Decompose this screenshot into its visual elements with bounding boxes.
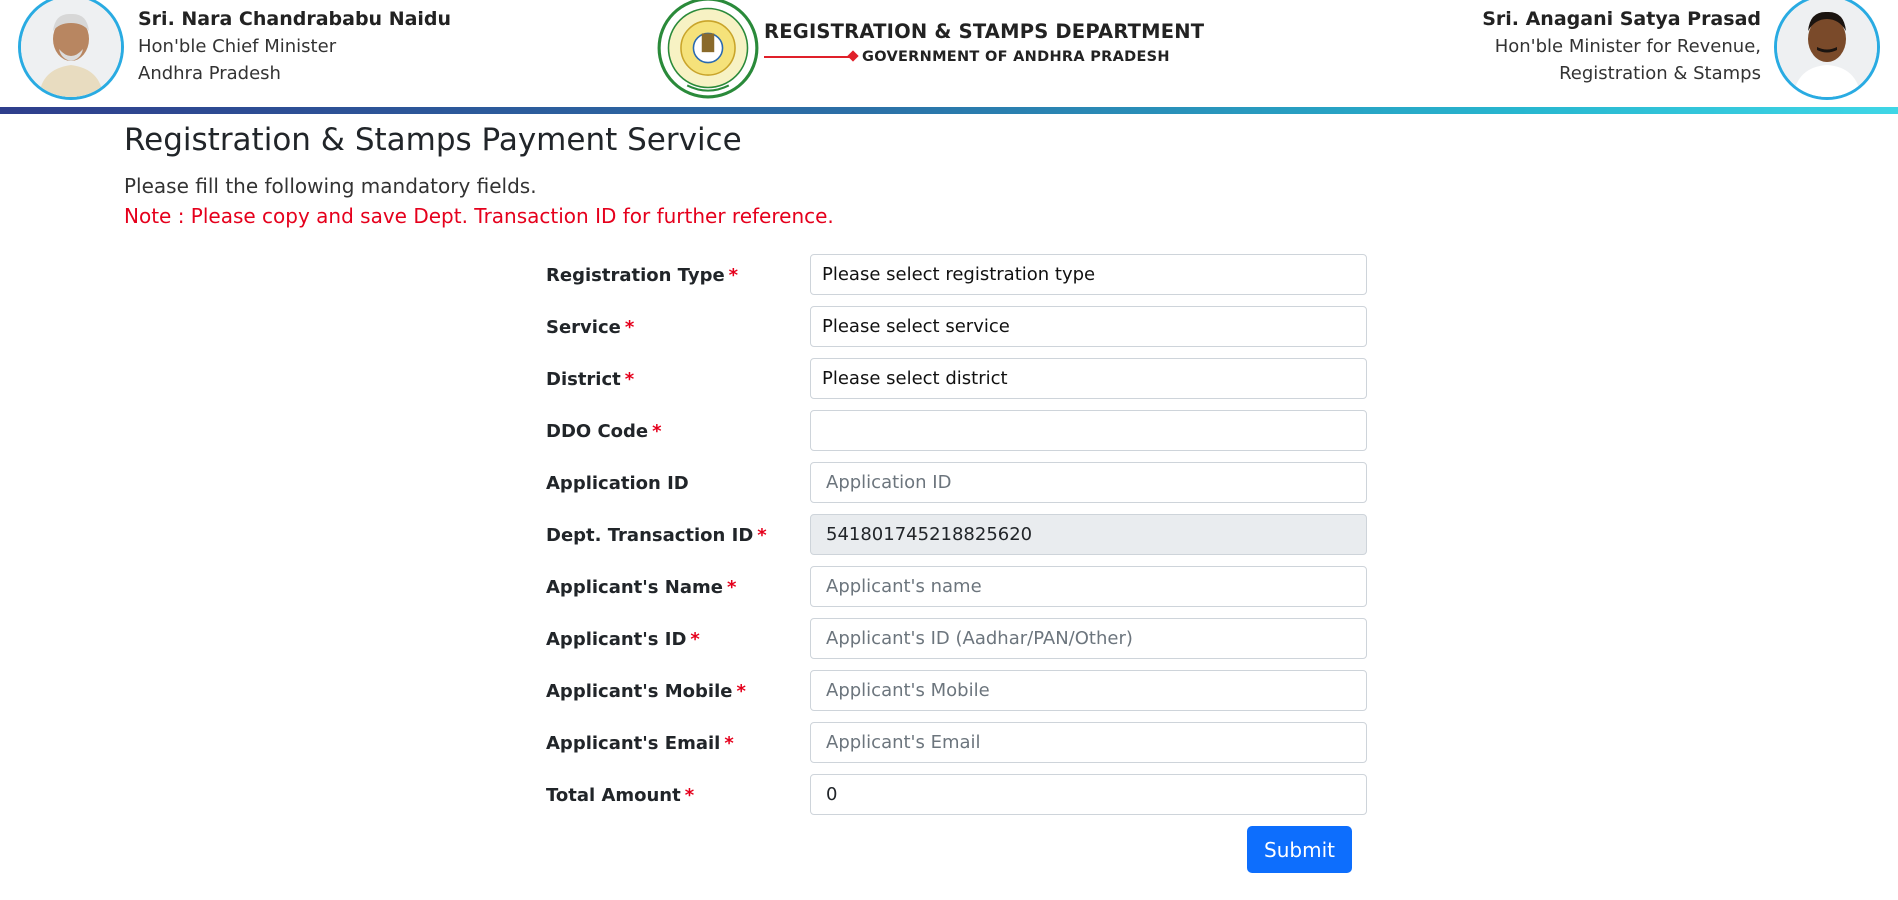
note-text: Note : Please copy and save Dept. Transa… <box>124 204 834 228</box>
required-marker: * <box>652 421 662 442</box>
revenue-minister-portfolio: Registration & Stamps <box>1559 63 1761 84</box>
instruction-text: Please fill the following mandatory fiel… <box>124 174 537 198</box>
applicant-mobile-label: Applicant's Mobile * <box>546 681 746 702</box>
total-amount-label: Total Amount * <box>546 785 695 806</box>
state-emblem-icon <box>656 0 760 100</box>
form-row-district: District * Please select district <box>546 358 1368 410</box>
form-row-dept-transaction-id: Dept. Transaction ID * <box>546 514 1368 566</box>
required-marker: * <box>726 577 737 598</box>
form-row-applicant-email: Applicant's Email * <box>546 722 1368 774</box>
service-selected: Please select service <box>822 316 1010 337</box>
form-row-applicant-mobile: Applicant's Mobile * <box>546 670 1368 722</box>
service-label: Service * <box>546 317 635 338</box>
registration-type-selected: Please select registration type <box>822 264 1096 285</box>
service-select[interactable]: Please select service <box>810 306 1367 347</box>
chief-minister-title: Hon'ble Chief Minister <box>138 36 337 57</box>
required-marker: * <box>728 265 739 286</box>
red-arrow-icon <box>764 56 852 58</box>
person-portrait-icon <box>21 0 121 97</box>
required-marker: * <box>690 629 700 650</box>
revenue-minister-name: Sri. Anagani Satya Prasad <box>1482 8 1761 30</box>
applicant-mobile-input[interactable] <box>810 670 1367 711</box>
header-divider <box>0 107 1898 114</box>
application-id-label: Application ID <box>546 473 689 494</box>
required-marker: * <box>624 317 635 338</box>
site-header: Sri. Nara Chandrababu Naidu Hon'ble Chie… <box>0 0 1898 114</box>
form-row-registration-type: Registration Type * Please select registr… <box>546 254 1368 306</box>
registration-type-label: Registration Type * <box>546 265 739 286</box>
total-amount-input[interactable] <box>810 774 1367 815</box>
form-row-ddo-code: DDO Code * <box>546 410 1368 462</box>
applicant-email-label: Applicant's Email * <box>546 733 734 754</box>
ddo-code-label: DDO Code * <box>546 421 662 442</box>
required-marker: * <box>757 525 767 546</box>
form-row-applicant-name: Applicant's Name * <box>546 566 1368 618</box>
district-label: District * <box>546 369 635 390</box>
required-marker: * <box>624 369 635 390</box>
revenue-minister-avatar <box>1774 0 1880 100</box>
submit-button[interactable]: Submit <box>1247 826 1352 873</box>
applicant-id-label: Applicant's ID * <box>546 629 700 650</box>
form-row-application-id: Application ID <box>546 462 1368 514</box>
dept-transaction-id-label: Dept. Transaction ID * <box>546 525 767 546</box>
applicant-id-input[interactable] <box>810 618 1367 659</box>
chief-minister-info: Sri. Nara Chandrababu Naidu Hon'ble Chie… <box>138 6 451 87</box>
required-marker: * <box>736 681 746 702</box>
government-name: GOVERNMENT OF ANDHRA PRADESH <box>862 49 1170 65</box>
form-row-applicant-id: Applicant's ID * <box>546 618 1368 670</box>
page-title: Registration & Stamps Payment Service <box>124 122 742 158</box>
applicant-email-input[interactable] <box>810 722 1367 763</box>
department-name: REGISTRATION & STAMPS DEPARTMENT <box>764 20 1205 43</box>
required-marker: * <box>684 785 695 806</box>
chief-minister-name: Sri. Nara Chandrababu Naidu <box>138 8 452 30</box>
revenue-minister-title: Hon'ble Minister for Revenue, <box>1494 36 1761 57</box>
person-portrait-icon <box>1777 0 1877 97</box>
applicant-name-label: Applicant's Name * <box>546 577 737 598</box>
department-title-block: REGISTRATION & STAMPS DEPARTMENT GOVERNM… <box>764 20 1204 65</box>
applicant-name-input[interactable] <box>810 566 1367 607</box>
district-select[interactable]: Please select district <box>810 358 1367 399</box>
application-id-input[interactable] <box>810 462 1367 503</box>
district-selected: Please select district <box>822 368 1008 389</box>
required-marker: * <box>724 733 734 754</box>
registration-type-select[interactable]: Please select registration type <box>810 254 1367 295</box>
revenue-minister-info: Sri. Anagani Satya Prasad Hon'ble Minist… <box>1482 6 1761 87</box>
chief-minister-avatar <box>18 0 124 100</box>
form-row-service: Service * Please select service <box>546 306 1368 358</box>
chief-minister-state: Andhra Pradesh <box>138 63 281 84</box>
dept-transaction-id-input[interactable] <box>810 514 1367 555</box>
payment-form: Registration Type * Please select registr… <box>546 254 1368 826</box>
form-row-total-amount: Total Amount * <box>546 774 1368 826</box>
ddo-code-input[interactable] <box>810 410 1367 451</box>
